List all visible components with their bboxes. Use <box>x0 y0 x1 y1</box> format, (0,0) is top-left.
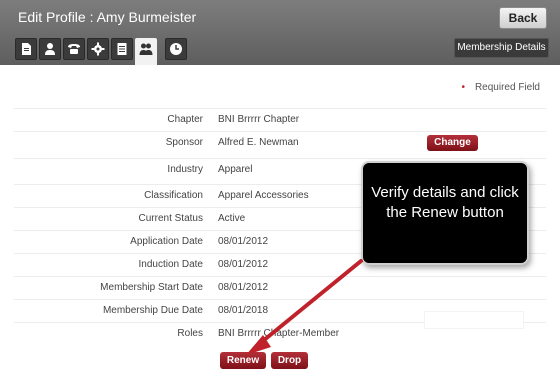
tab-document[interactable] <box>15 38 37 60</box>
chapter-value: BNI Brrrrr Chapter <box>218 114 300 125</box>
page-header: Edit Profile : Amy Burmeister Back Membe… <box>0 0 560 65</box>
tab-person[interactable] <box>39 38 61 60</box>
sponsor-value: Alfred E. Newman <box>218 137 299 148</box>
list-document-icon <box>117 43 127 55</box>
person-icon <box>45 43 55 55</box>
renew-button[interactable]: Renew <box>220 352 266 369</box>
induction-date-value: 08/01/2012 <box>218 259 269 270</box>
back-button[interactable]: Back <box>499 7 547 29</box>
tab-membership[interactable] <box>135 38 157 65</box>
change-sponsor-button[interactable]: Change <box>427 135 478 151</box>
empty-field <box>424 311 524 329</box>
group-icon <box>139 43 153 55</box>
required-star-icon: • <box>461 82 465 93</box>
form-row-membership-start-date: Membership Start Date 08/01/2012 <box>14 276 546 299</box>
clock-icon <box>170 43 182 55</box>
roles-label: Roles <box>177 328 203 339</box>
tab-history[interactable] <box>165 38 187 60</box>
industry-value: Apparel <box>218 164 253 175</box>
current-status-value: Active <box>218 213 246 224</box>
drop-button[interactable]: Drop <box>271 352 308 369</box>
membership-start-date-value: 08/01/2012 <box>218 282 269 293</box>
induction-date-label: Induction Date <box>138 259 204 270</box>
membership-due-date-label: Membership Due Date <box>102 305 203 316</box>
classification-value: Apparel Accessories <box>218 190 309 201</box>
current-status-label: Current Status <box>138 213 203 224</box>
classification-label: Classification <box>144 190 203 201</box>
roles-value: BNI Brrrrr Chapter-Member <box>218 328 340 339</box>
required-field-note: • Required Field <box>461 82 540 93</box>
document-icon <box>22 43 31 55</box>
page-title: Edit Profile : Amy Burmeister <box>18 9 197 25</box>
industry-label: Industry <box>167 164 203 175</box>
form-row-chapter: Chapter BNI Brrrrr Chapter <box>14 108 546 131</box>
phone-icon <box>68 44 80 54</box>
required-field-label: Required Field <box>474 82 540 93</box>
tab-phone[interactable] <box>63 38 85 60</box>
membership-start-date-label: Membership Start Date <box>100 282 203 293</box>
sponsor-label: Sponsor <box>165 137 203 148</box>
gear-icon <box>91 42 105 56</box>
chapter-label: Chapter <box>167 114 203 125</box>
instruction-callout: Verify details and click the Renew butto… <box>361 161 529 265</box>
membership-details-button[interactable]: Membership Details <box>454 38 549 58</box>
tab-list-document[interactable] <box>111 38 133 60</box>
application-date-label: Application Date <box>130 236 203 247</box>
application-date-value: 08/01/2012 <box>218 236 269 247</box>
membership-due-date-value: 08/01/2018 <box>218 305 269 316</box>
tab-settings[interactable] <box>87 38 109 60</box>
